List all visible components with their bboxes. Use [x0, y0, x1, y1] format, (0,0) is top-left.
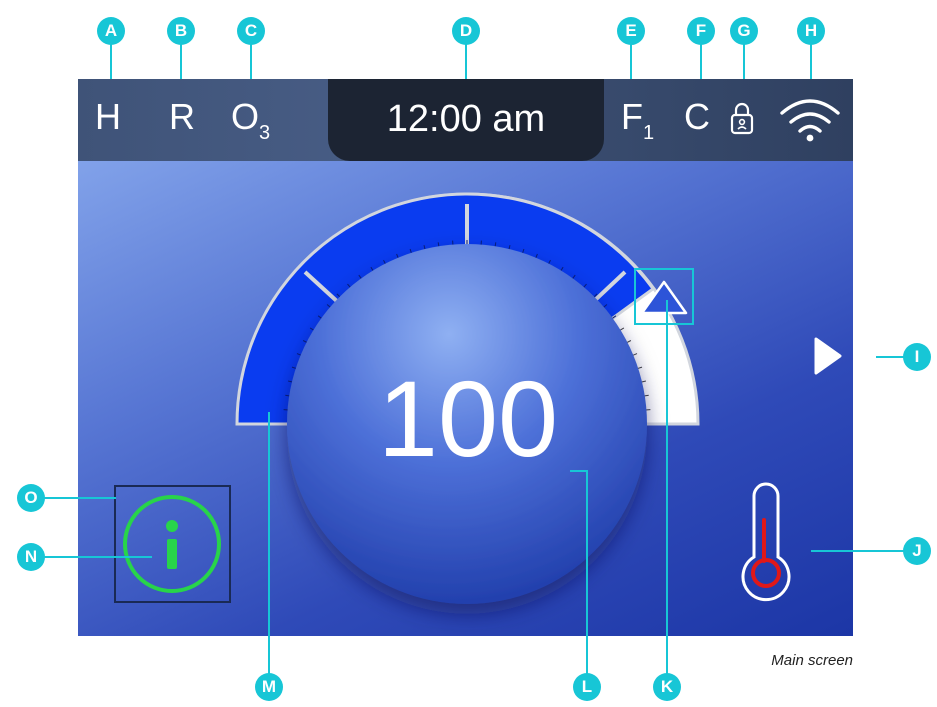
leader-c: [250, 44, 252, 80]
callout-b: B: [167, 17, 195, 45]
main-screen: H R O3 12:00 am F1 C 100: [78, 79, 853, 636]
info-icon[interactable]: [123, 495, 221, 593]
leader-i: [876, 356, 904, 358]
callout-k: K: [653, 673, 681, 701]
callout-n: N: [17, 543, 45, 571]
leader-o: [44, 497, 116, 499]
leader-d: [465, 44, 467, 80]
callout-f: F: [687, 17, 715, 45]
play-arrow-icon[interactable]: [814, 337, 842, 375]
callout-j: J: [903, 537, 931, 565]
callout-m: M: [255, 673, 283, 701]
callout-g: G: [730, 17, 758, 45]
thermometer-icon[interactable]: [741, 482, 791, 602]
leader-f: [700, 44, 702, 80]
callout-d: D: [452, 17, 480, 45]
leader-j: [811, 550, 904, 552]
callout-e: E: [617, 17, 645, 45]
callout-c: C: [237, 17, 265, 45]
callout-h: H: [797, 17, 825, 45]
leader-n: [44, 556, 152, 558]
callout-o: O: [17, 484, 45, 512]
leader-b: [180, 44, 182, 80]
dial-value: 100: [377, 358, 559, 479]
leader-g: [743, 44, 745, 80]
leader-k-vertical: [666, 300, 668, 674]
figure-caption: Main screen: [771, 652, 853, 669]
callout-i: I: [903, 343, 931, 371]
leader-e: [630, 44, 632, 80]
leader-a: [110, 44, 112, 80]
leader-m: [268, 412, 270, 674]
callout-l: L: [573, 673, 601, 701]
callout-a: A: [97, 17, 125, 45]
leader-l-vertical: [586, 470, 588, 674]
leader-h: [810, 44, 812, 80]
